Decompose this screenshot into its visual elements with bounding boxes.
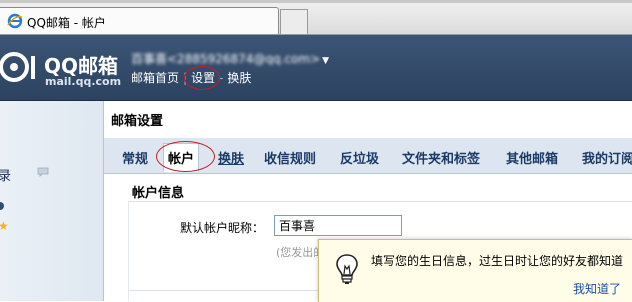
browser-tab[interactable]: QQ邮箱 - 帐户 bbox=[0, 7, 279, 34]
left-sidebar: 录 ★ bbox=[0, 101, 104, 301]
tab-folders-labels[interactable]: 文件夹和标签 bbox=[402, 148, 480, 167]
ie-icon bbox=[7, 13, 23, 29]
tab-general[interactable]: 常规 bbox=[122, 148, 148, 167]
tip-text: 填写您的生日信息，过生日时让您的好友都知道 bbox=[371, 254, 624, 268]
tab-anti-spam[interactable]: 反垃圾 bbox=[340, 148, 379, 167]
account-tab-highlight-circle bbox=[156, 141, 215, 172]
tab-other-mailbox[interactable]: 其他邮箱 bbox=[506, 148, 558, 167]
status-dot-icon bbox=[0, 202, 4, 210]
tabstrip-edge bbox=[0, 0, 632, 3]
tab-mail-rules[interactable]: 收信规则 bbox=[264, 148, 316, 167]
new-tab-button[interactable] bbox=[280, 9, 308, 34]
settings-highlight-circle bbox=[184, 66, 220, 90]
tab-subscriptions[interactable]: 我的订阅 bbox=[582, 148, 632, 167]
browser-tab-title: QQ邮箱 - 帐户 bbox=[27, 16, 106, 30]
chat-bubble-icon[interactable] bbox=[37, 167, 49, 177]
nickname-input[interactable] bbox=[274, 215, 402, 236]
section-header: 帐户信息 bbox=[128, 179, 632, 202]
page-title: 邮箱设置 bbox=[111, 114, 164, 129]
user-display-name: 百事喜<2885926874@qq.com> bbox=[131, 52, 321, 66]
chevron-down-icon: ▼ bbox=[322, 56, 330, 66]
mail-header: QQ邮箱 mail.qq.com 百事喜<2885926874@qq.com> ▼… bbox=[0, 35, 632, 101]
qq-logo-icon bbox=[0, 52, 35, 82]
lightbulb-icon bbox=[336, 254, 358, 284]
logo-domain: mail.qq.com bbox=[45, 75, 122, 88]
user-account-menu[interactable]: 百事喜<2885926874@qq.com> ▼ bbox=[131, 50, 329, 67]
skin-link[interactable]: 换肤 bbox=[227, 71, 251, 85]
home-link[interactable]: 邮箱首页 bbox=[131, 71, 179, 85]
nickname-label: 默认帐户昵称： bbox=[180, 221, 265, 235]
tip-dismiss-link[interactable]: 我知道了 bbox=[573, 280, 621, 297]
section-divider bbox=[128, 201, 129, 301]
field-divider bbox=[128, 290, 318, 291]
sidebar-label[interactable]: 录 bbox=[0, 165, 11, 184]
section-title: 帐户信息 bbox=[132, 186, 185, 201]
birthday-tip-popup: 填写您的生日信息，过生日时让您的好友都知道 我知道了 bbox=[318, 239, 632, 302]
browser-tabstrip: QQ邮箱 - 帐户 bbox=[0, 0, 632, 35]
star-icon: ★ bbox=[0, 219, 9, 233]
tab-skin[interactable]: 换肤 bbox=[218, 148, 244, 167]
